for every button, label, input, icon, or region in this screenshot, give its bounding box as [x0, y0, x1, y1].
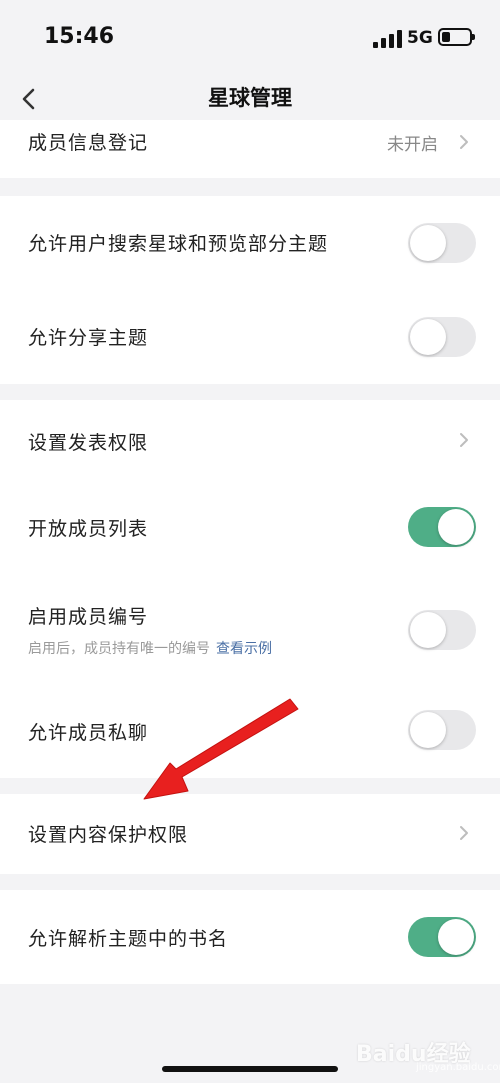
section-member-settings: 设置发表权限 开放成员列表 启用成员编号 启用后，成员持有唯一的编号 查看示例 允… — [0, 400, 500, 778]
chevron-right-icon — [460, 433, 468, 447]
toggle-parse-book-titles[interactable] — [408, 917, 476, 957]
status-bar: 15:46 5G — [0, 0, 500, 80]
row-member-info[interactable]: 成员信息登记 未开启 — [0, 120, 500, 178]
row-allow-share: 允许分享主题 — [0, 290, 500, 384]
nav-bar: 星球管理 — [0, 80, 500, 120]
section-content-protection: 设置内容保护权限 — [0, 794, 500, 874]
row-note: 启用后，成员持有唯一的编号 查看示例 — [28, 638, 272, 658]
row-open-member-list: 开放成员列表 — [0, 480, 500, 574]
row-label: 设置发表权限 — [28, 432, 149, 454]
row-label: 成员信息登记 — [28, 132, 149, 154]
toggle-allow-private-chat[interactable] — [408, 710, 476, 750]
row-post-permission[interactable]: 设置发表权限 — [0, 400, 500, 480]
signal-icon — [373, 30, 403, 48]
row-label: 允许解析主题中的书名 — [28, 928, 229, 950]
battery-icon — [438, 28, 475, 46]
toggle-member-number[interactable] — [408, 610, 476, 650]
section-visibility: 允许用户搜索星球和预览部分主题 允许分享主题 — [0, 196, 500, 384]
row-label: 允许分享主题 — [28, 327, 149, 349]
home-indicator[interactable] — [162, 1066, 338, 1072]
chevron-right-icon — [460, 135, 468, 149]
view-example-link[interactable]: 查看示例 — [216, 641, 272, 657]
toggle-allow-share[interactable] — [408, 317, 476, 357]
section-member-info: 成员信息登记 未开启 — [0, 120, 500, 178]
toggle-open-member-list[interactable] — [408, 507, 476, 547]
network-type: 5G — [407, 28, 433, 48]
row-content-protection[interactable]: 设置内容保护权限 — [0, 794, 500, 874]
watermark-url: jingyan.baidu.com — [416, 1062, 500, 1073]
row-allow-private-chat: 允许成员私聊 — [0, 680, 500, 778]
chevron-right-icon — [460, 826, 468, 840]
row-member-number: 启用成员编号 启用后，成员持有唯一的编号 查看示例 — [0, 574, 500, 680]
status-value: 未开启 — [387, 135, 438, 155]
toggle-allow-search[interactable] — [408, 223, 476, 263]
row-label: 启用成员编号 — [28, 606, 149, 628]
row-label: 允许用户搜索星球和预览部分主题 — [28, 233, 329, 255]
row-label: 设置内容保护权限 — [28, 824, 189, 846]
row-label: 允许成员私聊 — [28, 722, 149, 744]
row-allow-search: 允许用户搜索星球和预览部分主题 — [0, 196, 500, 290]
page-title: 星球管理 — [208, 86, 292, 110]
row-parse-book-titles: 允许解析主题中的书名 — [0, 890, 500, 984]
section-book-titles: 允许解析主题中的书名 — [0, 890, 500, 984]
row-label: 开放成员列表 — [28, 518, 149, 540]
note-text: 启用后，成员持有唯一的编号 — [28, 641, 210, 657]
status-time: 15:46 — [44, 24, 115, 49]
